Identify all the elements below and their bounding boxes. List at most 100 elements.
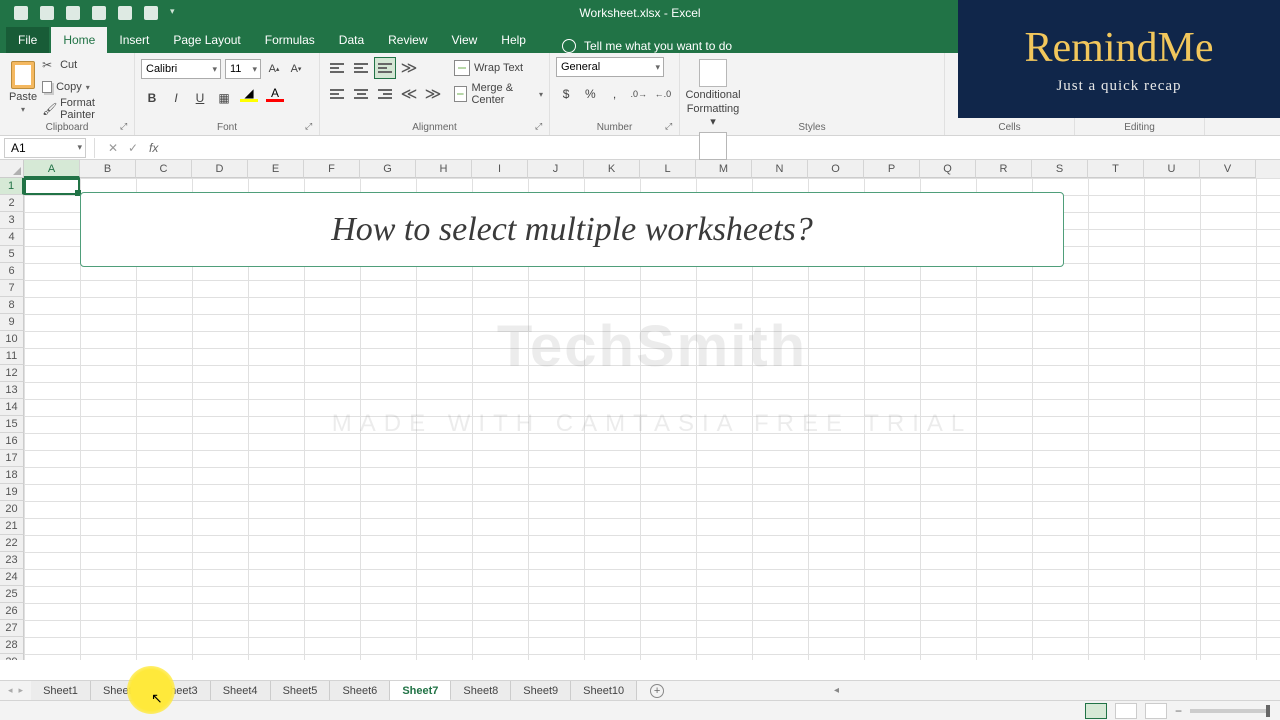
column-header-V[interactable]: V (1200, 160, 1256, 178)
horizontal-scrollbar[interactable] (830, 683, 1280, 699)
row-header-25[interactable]: 25 (0, 586, 24, 603)
row-header-29[interactable]: 29 (0, 654, 24, 660)
column-header-N[interactable]: N (752, 160, 808, 178)
row-header-10[interactable]: 10 (0, 331, 24, 348)
shrink-font-button[interactable]: A▾ (287, 59, 305, 79)
row-header-19[interactable]: 19 (0, 484, 24, 501)
cells-area[interactable]: How to select multiple worksheets? TechS… (24, 178, 1280, 660)
align-top-button[interactable] (326, 57, 348, 79)
row-header-27[interactable]: 27 (0, 620, 24, 637)
column-header-K[interactable]: K (584, 160, 640, 178)
align-bottom-button[interactable] (374, 57, 396, 79)
sheet-tab-sheet8[interactable]: Sheet8 (451, 681, 511, 701)
align-right-button[interactable] (374, 83, 396, 105)
decrease-indent-button[interactable]: ≪ (398, 83, 420, 105)
tellme-search[interactable]: Tell me what you want to do (562, 39, 732, 53)
column-header-O[interactable]: O (808, 160, 864, 178)
paste-button[interactable]: Paste ▾ (6, 55, 40, 119)
percent-button[interactable]: % (580, 83, 600, 105)
sheet-tab-sheet2[interactable]: Sheet2 (91, 681, 151, 701)
cut-button[interactable]: Cut (42, 55, 128, 75)
column-header-H[interactable]: H (416, 160, 472, 178)
row-header-21[interactable]: 21 (0, 518, 24, 535)
sheet-tab-sheet4[interactable]: Sheet4 (211, 681, 271, 701)
qat-undo-icon[interactable] (66, 6, 80, 20)
column-header-I[interactable]: I (472, 160, 528, 178)
row-header-9[interactable]: 9 (0, 314, 24, 331)
align-left-button[interactable] (326, 83, 348, 105)
font-name-combo[interactable]: Calibri (141, 59, 221, 79)
zoom-slider[interactable] (1190, 709, 1270, 713)
row-header-6[interactable]: 6 (0, 263, 24, 280)
column-header-P[interactable]: P (864, 160, 920, 178)
name-box[interactable]: A1 (4, 138, 86, 158)
copy-button[interactable]: Copy▾ (42, 77, 128, 97)
row-header-7[interactable]: 7 (0, 280, 24, 297)
row-header-24[interactable]: 24 (0, 569, 24, 586)
column-header-E[interactable]: E (248, 160, 304, 178)
column-header-C[interactable]: C (136, 160, 192, 178)
increase-indent-button[interactable]: ≫ (422, 83, 444, 105)
conditional-formatting-button[interactable]: Conditional Formatting ▾ (686, 55, 740, 128)
active-cell[interactable] (24, 178, 80, 195)
sheet-tab-sheet10[interactable]: Sheet10 (571, 681, 637, 701)
grow-font-button[interactable]: A▴ (265, 59, 283, 79)
comma-button[interactable]: , (604, 83, 624, 105)
row-header-12[interactable]: 12 (0, 365, 24, 382)
tab-review[interactable]: Review (376, 27, 439, 53)
row-header-13[interactable]: 13 (0, 382, 24, 399)
sheet-tab-sheet3[interactable]: Sheet3 (151, 681, 211, 701)
column-header-M[interactable]: M (696, 160, 752, 178)
column-header-D[interactable]: D (192, 160, 248, 178)
tab-file[interactable]: File (6, 27, 49, 53)
sheet-tab-sheet9[interactable]: Sheet9 (511, 681, 571, 701)
overlay-text-frame[interactable]: How to select multiple worksheets? (80, 192, 1064, 267)
clipboard-launcher-icon[interactable]: ⤢ (120, 121, 132, 133)
bold-button[interactable]: B (141, 87, 163, 109)
borders-button[interactable]: ▦ (213, 87, 235, 109)
increase-decimal-button[interactable]: .0→ (629, 83, 649, 105)
sheet-tab-sheet6[interactable]: Sheet6 (330, 681, 390, 701)
cancel-formula-icon[interactable]: ✕ (103, 138, 123, 158)
font-color-button[interactable]: A (263, 87, 287, 109)
sheet-nav[interactable]: ◂▸ (0, 685, 31, 696)
row-header-23[interactable]: 23 (0, 552, 24, 569)
tab-view[interactable]: View (440, 27, 490, 53)
row-header-3[interactable]: 3 (0, 212, 24, 229)
row-header-2[interactable]: 2 (0, 195, 24, 212)
row-header-28[interactable]: 28 (0, 637, 24, 654)
align-center-button[interactable] (350, 83, 372, 105)
italic-button[interactable]: I (165, 87, 187, 109)
column-header-Q[interactable]: Q (920, 160, 976, 178)
view-normal-button[interactable] (1085, 703, 1107, 719)
fill-color-button[interactable]: ◢ (237, 87, 261, 109)
row-header-26[interactable]: 26 (0, 603, 24, 620)
view-page-break-button[interactable] (1145, 703, 1167, 719)
number-launcher-icon[interactable]: ⤢ (665, 121, 677, 133)
row-header-11[interactable]: 11 (0, 348, 24, 365)
sheet-nav-prev-icon[interactable]: ◂ (8, 685, 13, 696)
qat-redo-icon[interactable] (92, 6, 106, 20)
row-header-15[interactable]: 15 (0, 416, 24, 433)
column-header-T[interactable]: T (1088, 160, 1144, 178)
qat-spell-icon[interactable] (144, 6, 158, 20)
row-header-1[interactable]: 1 (0, 178, 24, 195)
new-sheet-button[interactable]: + (647, 681, 667, 701)
column-header-L[interactable]: L (640, 160, 696, 178)
number-format-combo[interactable]: General (556, 57, 664, 77)
decrease-decimal-button[interactable]: ←.0 (653, 83, 673, 105)
wrap-text-button[interactable]: Wrap Text (454, 57, 543, 79)
tab-help[interactable]: Help (489, 27, 538, 53)
column-header-S[interactable]: S (1032, 160, 1088, 178)
row-header-14[interactable]: 14 (0, 399, 24, 416)
tab-formulas[interactable]: Formulas (253, 27, 327, 53)
underline-button[interactable]: U (189, 87, 211, 109)
align-middle-button[interactable] (350, 57, 372, 79)
fx-icon[interactable]: fx (149, 141, 158, 155)
column-header-A[interactable]: A (24, 160, 80, 178)
column-headers[interactable]: ABCDEFGHIJKLMNOPQRSTUV (24, 160, 1280, 178)
sheet-tab-sheet1[interactable]: Sheet1 (31, 681, 91, 701)
tab-insert[interactable]: Insert (107, 27, 161, 53)
column-header-J[interactable]: J (528, 160, 584, 178)
row-header-18[interactable]: 18 (0, 467, 24, 484)
